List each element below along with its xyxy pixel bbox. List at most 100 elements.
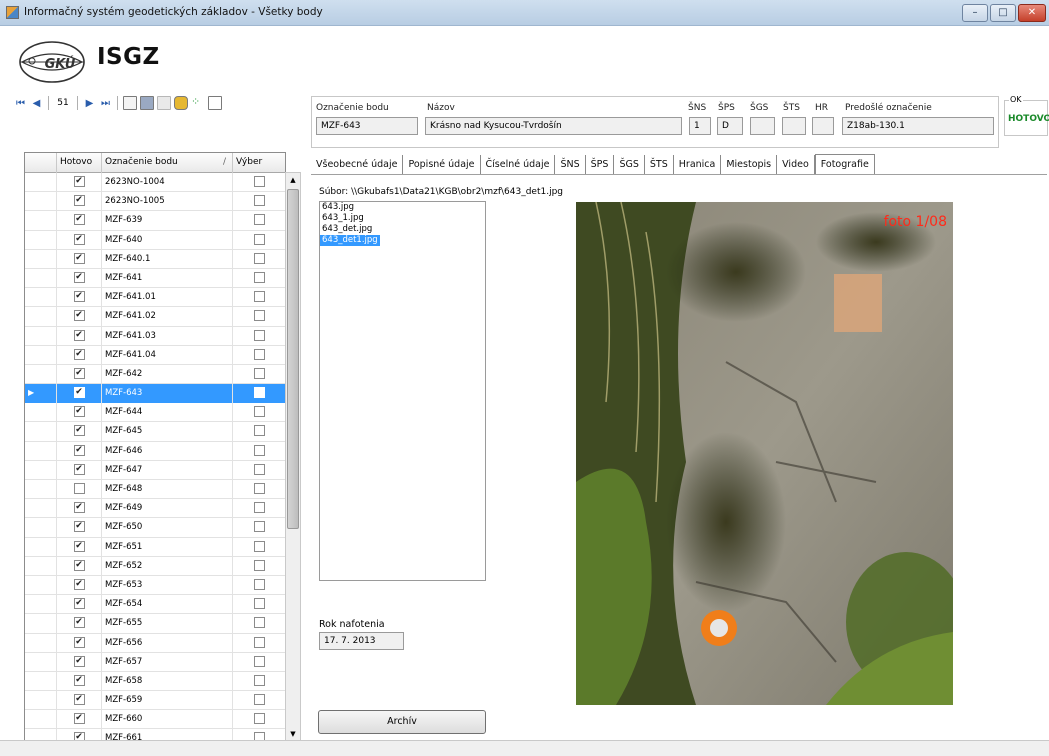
oznacenie-cell[interactable]: MZF-646	[102, 441, 233, 461]
vyber-cell[interactable]	[233, 518, 285, 537]
table-row[interactable]: ✔ MZF-655	[25, 614, 285, 634]
photo-file-list[interactable]: 643.jpg 643_1.jpg 643_det.jpg 643_det1.jpg	[319, 201, 486, 581]
hotovo-cell[interactable]: ✔	[57, 384, 102, 404]
hotovo-checkbox[interactable]: ✔	[73, 310, 85, 322]
table-row[interactable]: ✔ MZF-640.1	[25, 249, 285, 269]
table-row[interactable]: ✔ MZF-641.01	[25, 288, 285, 308]
hotovo-cell[interactable]: ✔	[57, 307, 102, 327]
hotovo-checkbox[interactable]: ✔	[73, 636, 85, 648]
vyber-cell[interactable]	[233, 384, 285, 404]
hotovo-checkbox[interactable]: ✔	[73, 252, 85, 264]
tab-6[interactable]: ŠTS	[645, 155, 674, 174]
hotovo-cell[interactable]: ✔	[57, 652, 102, 672]
column-header-vyber[interactable]: Výber	[233, 153, 285, 173]
archive-button[interactable]: Archív	[318, 710, 486, 734]
hotovo-checkbox[interactable]: ✔	[73, 617, 85, 629]
row-header[interactable]	[25, 288, 57, 308]
table-row[interactable]: ✔ MZF-645	[25, 422, 285, 442]
save-icon[interactable]	[140, 96, 154, 110]
table-row[interactable]: ✔ MZF-647	[25, 460, 285, 480]
table-row[interactable]: ✔ MZF-641	[25, 268, 285, 289]
hotovo-checkbox[interactable]: ✔	[73, 271, 85, 283]
hotovo-checkbox[interactable]: ✔	[73, 329, 85, 341]
table-row[interactable]: ✔ MZF-649	[25, 499, 285, 519]
row-header[interactable]	[25, 364, 57, 384]
hotovo-cell[interactable]	[57, 480, 102, 499]
row-header[interactable]	[25, 595, 57, 615]
hotovo-cell[interactable]: ✔	[57, 326, 102, 346]
row-header[interactable]	[25, 326, 57, 346]
hr-field[interactable]	[812, 117, 834, 135]
refresh-icon[interactable]: ⁘	[191, 96, 205, 110]
oznacenie-cell[interactable]: MZF-641.04	[102, 345, 233, 365]
vyber-cell[interactable]	[233, 231, 285, 250]
oznacenie-cell[interactable]: MZF-656	[102, 633, 233, 653]
oznacenie-cell[interactable]: MZF-660	[102, 710, 233, 730]
vyber-checkbox[interactable]	[254, 195, 265, 207]
grid-scrollbar[interactable]: ▲ ▼	[285, 172, 301, 742]
oznacenie-cell[interactable]: MZF-639	[102, 211, 233, 231]
scroll-thumb[interactable]	[287, 189, 299, 529]
row-header[interactable]	[25, 249, 57, 269]
document-icon[interactable]	[123, 96, 137, 110]
oznacenie-cell[interactable]: MZF-659	[102, 691, 233, 711]
database-icon[interactable]	[174, 96, 188, 110]
hotovo-checkbox[interactable]: ✔	[73, 367, 85, 379]
vyber-checkbox[interactable]	[254, 425, 265, 437]
row-header[interactable]	[25, 422, 57, 442]
hotovo-cell[interactable]: ✔	[57, 403, 102, 423]
vyber-cell[interactable]	[233, 269, 285, 288]
hotovo-checkbox[interactable]: ✔	[73, 713, 85, 725]
oznacenie-field[interactable]: MZF-643	[316, 117, 418, 135]
tab-10[interactable]: Fotografie	[814, 154, 875, 174]
undo-icon[interactable]	[157, 96, 171, 110]
tab-9[interactable]: Video	[777, 155, 815, 174]
hotovo-cell[interactable]: ✔	[57, 364, 102, 384]
hotovo-cell[interactable]: ✔	[57, 211, 102, 231]
table-row[interactable]: ✔ MZF-644	[25, 403, 285, 423]
vyber-cell[interactable]	[233, 192, 285, 211]
oznacenie-cell[interactable]: MZF-650	[102, 518, 233, 538]
vyber-cell[interactable]	[233, 595, 285, 614]
oznacenie-cell[interactable]: 2623NO-1004	[102, 173, 233, 192]
table-row[interactable]: ✔ MZF-641.04	[25, 345, 285, 365]
hotovo-checkbox[interactable]: ✔	[73, 195, 85, 207]
table-row[interactable]: ✔ MZF-659	[25, 691, 285, 711]
vyber-cell[interactable]	[233, 250, 285, 269]
row-header[interactable]	[25, 671, 57, 691]
table-row[interactable]: ✔ MZF-646	[25, 441, 285, 461]
tab-1[interactable]: Popisné údaje	[403, 155, 481, 174]
list-item[interactable]: 643_1.jpg	[320, 213, 485, 224]
hotovo-cell[interactable]: ✔	[57, 537, 102, 557]
vyber-cell[interactable]	[233, 327, 285, 346]
vyber-cell[interactable]	[233, 653, 285, 672]
oznacenie-cell[interactable]: MZF-643	[102, 384, 233, 404]
list-item[interactable]: 643_det.jpg	[320, 224, 485, 235]
table-row[interactable]: ✔ MZF-640	[25, 230, 285, 250]
row-header[interactable]	[25, 268, 57, 288]
vyber-cell[interactable]	[233, 614, 285, 633]
hotovo-checkbox[interactable]: ✔	[73, 444, 85, 456]
hotovo-checkbox[interactable]: ✔	[73, 578, 85, 590]
record-position[interactable]: 51	[54, 98, 72, 108]
row-header[interactable]	[25, 537, 57, 557]
vyber-cell[interactable]	[233, 307, 285, 326]
list-item[interactable]: 643_det1.jpg	[320, 235, 380, 246]
hotovo-checkbox[interactable]: ✔	[73, 463, 85, 475]
hotovo-checkbox[interactable]: ✔	[73, 425, 85, 437]
oznacenie-cell[interactable]: MZF-641	[102, 268, 233, 288]
row-header[interactable]	[25, 518, 57, 538]
row-header[interactable]	[25, 652, 57, 672]
row-header[interactable]	[25, 307, 57, 327]
vyber-checkbox[interactable]	[254, 617, 265, 629]
hotovo-cell[interactable]: ✔	[57, 422, 102, 442]
oznacenie-cell[interactable]: 2623NO-1005	[102, 192, 233, 212]
oznacenie-cell[interactable]: MZF-644	[102, 403, 233, 423]
sns-field[interactable]: 1	[689, 117, 711, 135]
table-row[interactable]: ✔ MZF-657	[25, 652, 285, 672]
vyber-cell[interactable]	[233, 691, 285, 710]
vyber-checkbox[interactable]	[254, 674, 265, 686]
previous-record-icon[interactable]: ◀	[30, 98, 43, 109]
row-header[interactable]	[25, 192, 57, 212]
hotovo-cell[interactable]: ✔	[57, 288, 102, 308]
